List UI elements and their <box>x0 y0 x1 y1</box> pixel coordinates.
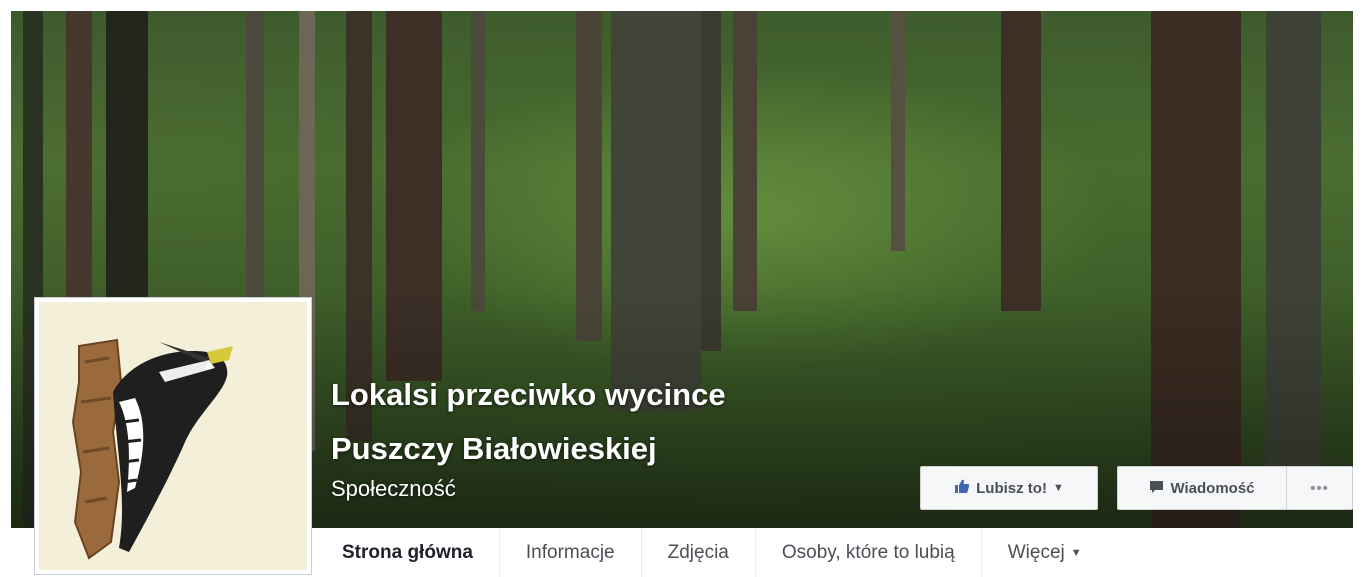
speech-bubble-icon <box>1149 479 1164 498</box>
message-button[interactable]: Wiadomość <box>1117 466 1287 510</box>
woodpecker-drawing <box>71 338 233 560</box>
page-nav: Strona główna Informacje Zdjęcia Osoby, … <box>313 528 1353 577</box>
cover-tree <box>733 11 757 311</box>
tab-about-label: Informacje <box>525 541 615 563</box>
tab-home[interactable]: Strona główna <box>313 528 500 577</box>
cover-tree <box>471 11 485 311</box>
more-options-button[interactable]: ••• <box>1286 466 1353 510</box>
tab-likes-label: Osoby, które to lubią <box>781 541 955 563</box>
page-category[interactable]: Społeczność <box>331 476 456 502</box>
tab-photos[interactable]: Zdjęcia <box>642 528 756 577</box>
tab-more-label: Więcej <box>1007 541 1065 563</box>
cover-tree <box>891 11 905 251</box>
woodpecker-illustration <box>39 302 307 570</box>
cover-tree <box>1001 11 1041 311</box>
tab-more[interactable]: Więcej ▼ <box>982 528 1108 577</box>
page-title-line2[interactable]: Puszczy Białowieskiej <box>331 431 657 467</box>
profile-picture[interactable] <box>34 297 312 575</box>
thumbs-up-icon <box>954 478 970 498</box>
caret-down-icon: ▼ <box>1070 546 1082 559</box>
like-button[interactable]: Lubisz to! ▼ <box>920 466 1098 510</box>
page-title-line1[interactable]: Lokalsi przeciwko wycince <box>331 377 726 413</box>
tab-photos-label: Zdjęcia <box>667 541 729 563</box>
caret-down-icon: ▼ <box>1052 482 1064 494</box>
tab-home-label: Strona główna <box>342 541 473 563</box>
tab-likes[interactable]: Osoby, które to lubią <box>756 528 982 577</box>
tab-about[interactable]: Informacje <box>500 528 642 577</box>
message-button-label: Wiadomość <box>1170 479 1255 497</box>
ellipsis-icon: ••• <box>1310 479 1329 497</box>
like-button-label: Lubisz to! <box>976 479 1047 497</box>
